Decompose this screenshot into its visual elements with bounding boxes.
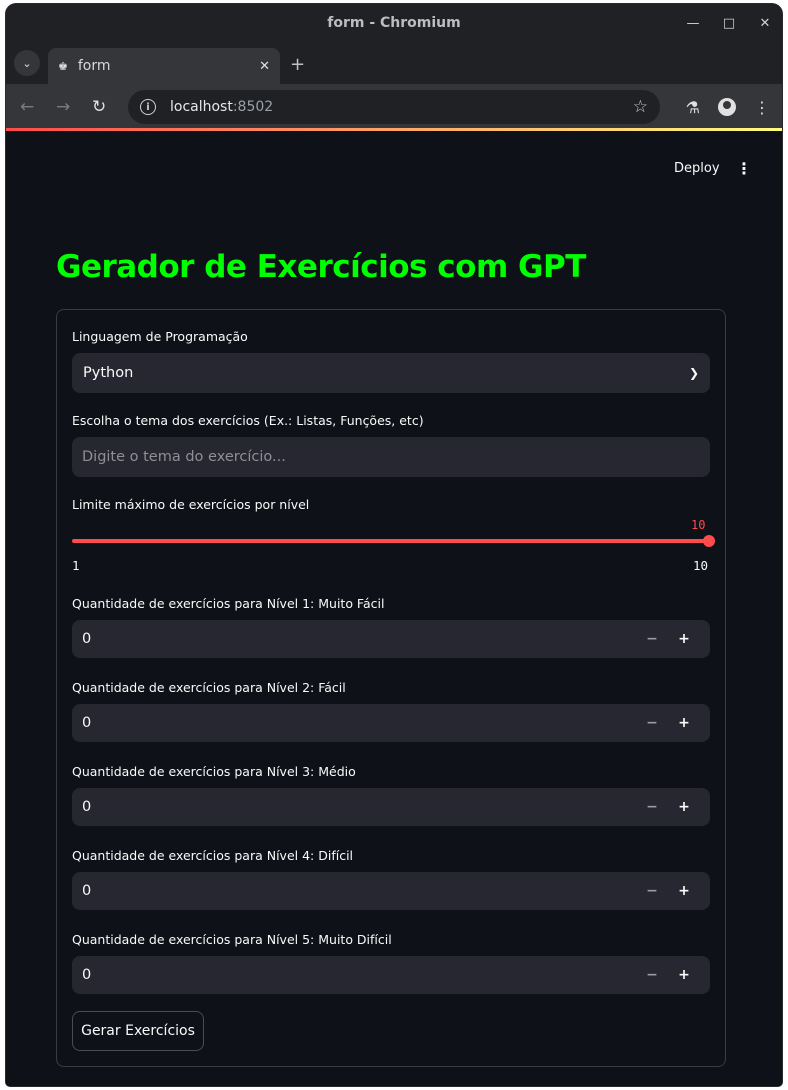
close-icon[interactable]: ✕ [259,59,270,74]
exercise-form: Linguagem de Programação Python ❯ Escolh… [56,309,726,1067]
chevron-down-icon: ❯ [688,366,699,380]
language-select[interactable]: Python ❯ [72,353,710,393]
level-3-value[interactable]: 0 [82,799,636,815]
kebab-icon[interactable]: ⋮ [736,159,752,178]
tab-title: form [77,58,111,74]
level-1-input[interactable]: 0 − + [72,620,710,658]
window-title: form - Chromium [327,15,461,31]
plus-icon[interactable]: + [290,54,305,75]
back-icon[interactable]: ← [20,84,34,130]
level-3-input[interactable]: 0 − + [72,788,710,826]
slider-value: 10 [691,518,706,532]
deploy-button[interactable]: Deploy [674,161,720,176]
plus-icon[interactable]: + [668,715,700,731]
address-bar[interactable]: i localhost:8502 ☆ [128,90,660,124]
level-2-input[interactable]: 0 − + [72,704,710,742]
flask-icon[interactable]: ⚗ [686,98,700,117]
minus-icon[interactable]: − [636,967,668,983]
level-4-label: Quantidade de exercícios para Nível 4: D… [72,848,354,863]
title-bar: form - Chromium — □ ✕ [6,4,782,42]
slider-track[interactable] [72,539,710,543]
level-5-label: Quantidade de exercícios para Nível 5: M… [72,932,392,947]
level-4-value[interactable]: 0 [82,883,636,899]
slider-label: Limite máximo de exercícios por nível [72,497,310,512]
minimize-icon[interactable]: — [686,16,700,31]
level-3-label: Quantidade de exercícios para Nível 3: M… [72,764,356,779]
slider-min: 1 [72,558,80,573]
plus-icon[interactable]: + [668,967,700,983]
minus-icon[interactable]: − [636,883,668,899]
minus-icon[interactable]: − [636,715,668,731]
toolbar-actions: ⚗ ⋮ [686,84,770,130]
info-icon[interactable]: i [140,99,156,115]
maximize-icon[interactable]: □ [722,16,736,31]
browser-toolbar: ← → ↻ i localhost:8502 ☆ ⚗ ⋮ [6,84,782,130]
url-port: :8502 [232,99,274,115]
browser-window: form - Chromium — □ ✕ ⌄ ♚ form ✕ + ← → ↻… [6,4,782,1086]
streamlit-app: Deploy ⋮ Gerador de Exercícios com GPT L… [6,131,782,1086]
plus-icon[interactable]: + [668,883,700,899]
reload-icon[interactable]: ↻ [92,84,106,130]
slider-thumb[interactable] [703,535,715,547]
profile-icon[interactable] [718,98,736,116]
minus-icon[interactable]: − [636,799,668,815]
theme-label: Escolha o tema dos exercícios (Ex.: List… [72,413,424,428]
tab-form[interactable]: ♚ form ✕ [48,48,280,84]
crown-icon: ♚ [58,59,68,73]
generate-button[interactable]: Gerar Exercícios [72,1011,204,1051]
close-window-icon[interactable]: ✕ [758,16,772,31]
level-5-value[interactable]: 0 [82,967,636,983]
language-label: Linguagem de Programação [72,329,248,344]
browser-menu-icon[interactable]: ⋮ [754,98,770,117]
level-2-value[interactable]: 0 [82,715,636,731]
slider-max: 10 [693,558,709,573]
plus-icon[interactable]: + [668,631,700,647]
url-host: localhost [170,99,233,115]
plus-icon[interactable]: + [668,799,700,815]
level-4-input[interactable]: 0 − + [72,872,710,910]
page-title: Gerador de Exercícios com GPT [56,249,586,285]
tab-search-icon[interactable]: ⌄ [14,50,40,76]
theme-input[interactable] [72,437,710,477]
tab-strip: ⌄ ♚ form ✕ + [6,42,782,84]
forward-icon[interactable]: → [56,84,70,130]
level-2-label: Quantidade de exercícios para Nível 2: F… [72,680,346,695]
level-5-input[interactable]: 0 − + [72,956,710,994]
window-controls: — □ ✕ [686,4,772,42]
language-selected: Python [83,365,134,381]
level-1-label: Quantidade de exercícios para Nível 1: M… [72,596,385,611]
level-1-value[interactable]: 0 [82,631,636,647]
minus-icon[interactable]: − [636,631,668,647]
star-icon[interactable]: ☆ [633,97,648,117]
